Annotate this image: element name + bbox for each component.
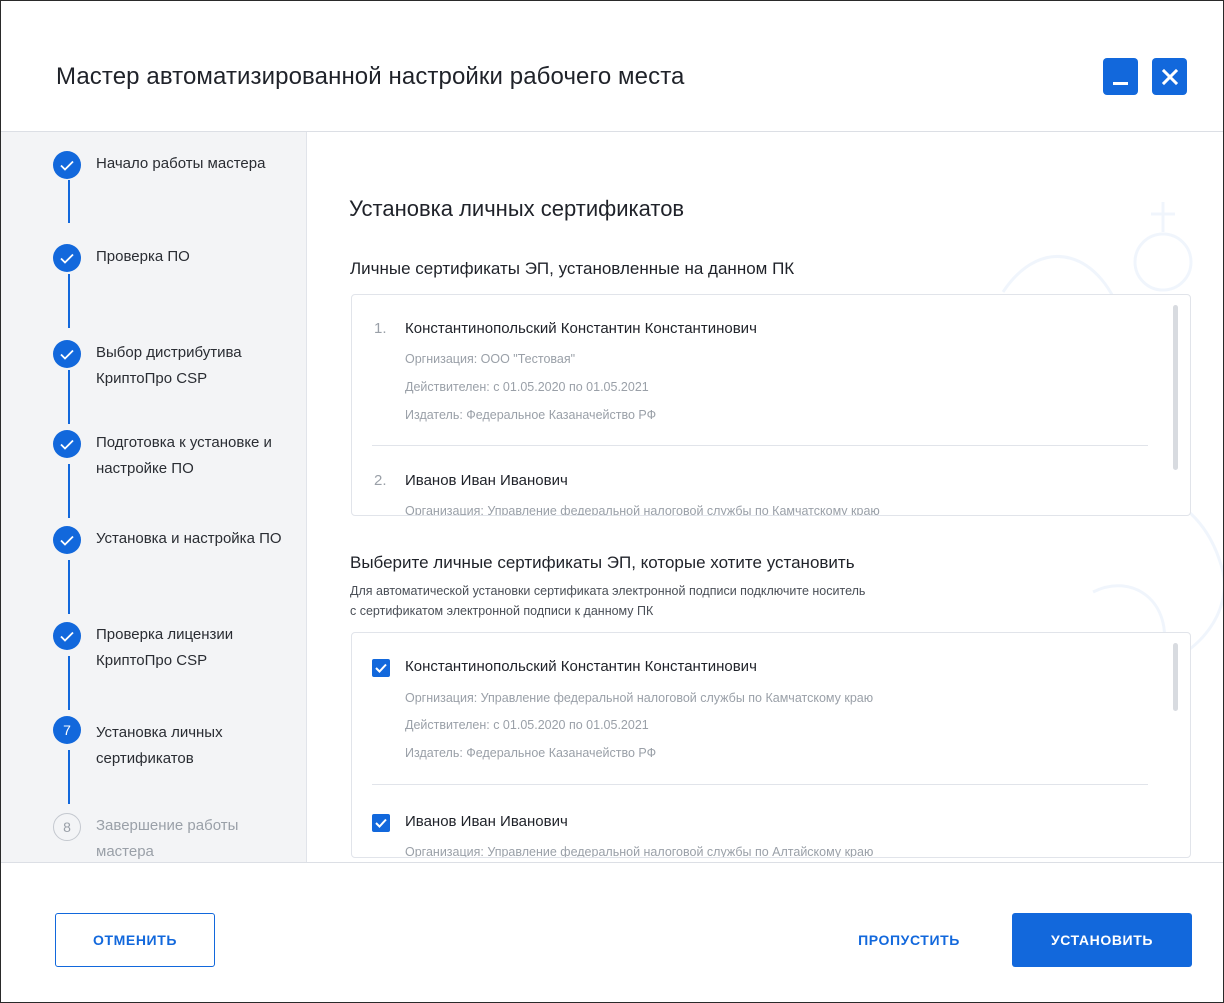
- cert-validity: Действителен: с 01.05.2020 по 01.05.2021: [405, 718, 649, 732]
- step-number: 8: [53, 813, 81, 841]
- step-label: Проверка лицензии КриптоПро CSP: [96, 626, 234, 669]
- cert-validity: Действителен: с 01.05.2020 по 01.05.2021: [405, 380, 649, 394]
- check-icon: [53, 430, 81, 458]
- window-title: Мастер автоматизированной настройки рабо…: [56, 63, 685, 90]
- cert-org: Организация: Управление федеральной нало…: [405, 845, 874, 858]
- skip-button[interactable]: ПРОПУСТИТЬ: [836, 913, 982, 967]
- step-connector: [68, 560, 70, 614]
- checkmark-icon: [375, 818, 387, 828]
- cert-issuer: Издатель: Федеральное Казаначейство РФ: [405, 746, 657, 760]
- step-label: Начало работы мастера: [96, 155, 266, 172]
- window-header: Мастер автоматизированной настройки рабо…: [1, 1, 1223, 132]
- minimize-icon: [1113, 82, 1128, 85]
- cert-org: Оргнизация: Управление федеральной налог…: [405, 691, 874, 705]
- wizard-footer: ОТМЕНИТЬ ПРОПУСТИТЬ УСТАНОВИТЬ: [1, 862, 1223, 1002]
- close-button[interactable]: [1152, 58, 1187, 95]
- section-title: Установка личных сертификатов: [349, 196, 685, 221]
- cert-checkbox[interactable]: [372, 659, 390, 677]
- check-icon: [53, 526, 81, 554]
- cert-number: 1.: [374, 320, 387, 337]
- step-connector: [68, 180, 70, 223]
- divider: [372, 784, 1148, 785]
- checkmark-icon: [375, 663, 387, 673]
- install-button[interactable]: УСТАНОВИТЬ: [1012, 913, 1192, 967]
- step-label: Установка личных сертификатов: [96, 724, 223, 767]
- minimize-button[interactable]: [1103, 58, 1138, 95]
- select-certs-hint: Для автоматической установки сертификата…: [350, 581, 1050, 621]
- cancel-button[interactable]: ОТМЕНИТЬ: [55, 913, 215, 967]
- cert-name: Иванов Иван Иванович: [405, 472, 568, 489]
- divider: [372, 445, 1148, 446]
- hint-line: с сертификатом электронной подписи к дан…: [350, 604, 654, 618]
- scrollbar-thumb[interactable]: [1173, 305, 1178, 470]
- step-connector: [68, 274, 70, 328]
- cert-issuer: Издатель: Федеральное Казаначейство РФ: [405, 408, 657, 422]
- step-label: Подготовка к установке и настройке ПО: [96, 434, 272, 477]
- step-connector: [68, 656, 70, 710]
- cert-org: Оргнизация: ООО "Тестовая": [405, 352, 576, 366]
- cert-name: Константинопольский Константин Константи…: [405, 320, 757, 337]
- selectable-certs-list[interactable]: Константинопольский Константин Константи…: [351, 632, 1191, 858]
- installed-certs-title: Личные сертификаты ЭП, установленные на …: [350, 259, 795, 278]
- check-icon: [53, 340, 81, 368]
- step-connector: [68, 464, 70, 518]
- step-label: Завершение работы мастера: [96, 817, 239, 860]
- wizard-window: Мастер автоматизированной настройки рабо…: [0, 0, 1224, 1003]
- cert-checkbox[interactable]: [372, 814, 390, 832]
- cert-number: 2.: [374, 472, 387, 489]
- check-icon: [53, 151, 81, 179]
- step-label: Проверка ПО: [96, 248, 190, 265]
- hint-line: Для автоматической установки сертификата…: [350, 584, 866, 598]
- step-label: Установка и настройка ПО: [96, 530, 282, 547]
- check-icon: [53, 622, 81, 650]
- cert-name: Константинопольский Константин Константи…: [405, 658, 757, 675]
- select-certs-title: Выберите личные сертификаты ЭП, которые …: [350, 553, 855, 572]
- step-connector: [68, 370, 70, 424]
- main-content: Установка личных сертификатов Личные сер…: [308, 132, 1223, 862]
- cert-org: Организация: Управление федеральной нало…: [405, 504, 880, 516]
- cert-name: Иванов Иван Иванович: [405, 813, 568, 830]
- close-icon: [1161, 68, 1178, 85]
- step-number: 7: [53, 716, 81, 744]
- step-connector: [68, 750, 70, 804]
- step-label: Выбор дистрибутива КриптоПро CSP: [96, 344, 242, 387]
- scrollbar-thumb[interactable]: [1173, 643, 1178, 711]
- steps-sidebar: Начало работы мастера Проверка ПО Выбор …: [1, 132, 307, 862]
- installed-certs-list[interactable]: 1. Константинопольский Константин Конста…: [351, 294, 1191, 516]
- check-icon: [53, 244, 81, 272]
